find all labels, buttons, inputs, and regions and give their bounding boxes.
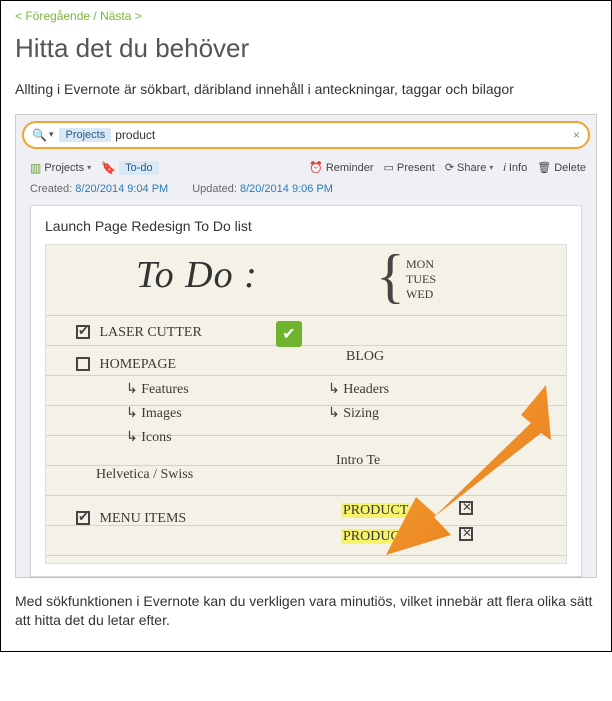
checkbox-x2	[459, 527, 479, 543]
share-button[interactable]: ⟳ Share ▾	[445, 161, 494, 174]
item-sizing: ↳ Sizing	[328, 405, 379, 422]
tag-label: To-do	[119, 161, 159, 175]
intro-text: Allting i Evernote är sökbart, däribland…	[15, 80, 597, 100]
updated-value: 8/20/2014 9:06 PM	[240, 183, 333, 195]
app-screenshot: 🔍 ▾ Projects product × ▥ Projects ▾ 🔖 To…	[15, 114, 597, 578]
day-tues: TUES	[406, 272, 436, 287]
present-label: Present	[397, 162, 435, 174]
created-field: Created: 8/20/2014 9:04 PM	[30, 183, 168, 195]
notebook-selector[interactable]: ▥ Projects ▾	[30, 161, 91, 175]
outro-text: Med sökfunktionen i Evernote kan du verk…	[15, 592, 597, 631]
note-toolbar: ▥ Projects ▾ 🔖 To-do ⏰ Reminder ▭ Presen…	[22, 157, 590, 183]
note-card: Launch Page Redesign To Do list To Do : …	[30, 205, 582, 577]
checkbox-checked-icon	[76, 511, 90, 525]
note-title: Launch Page Redesign To Do list	[45, 218, 567, 234]
info-label: Info	[509, 162, 527, 174]
info-button[interactable]: i Info	[503, 162, 527, 174]
day-mon: MON	[406, 257, 436, 272]
item-headers: ↳ Headers	[328, 381, 389, 398]
breadcrumb: < Föregående / Nästa >	[15, 9, 597, 23]
search-dropdown-icon[interactable]: ▾	[49, 129, 54, 140]
notebook-icon: ▥	[30, 161, 41, 175]
chevron-down-icon: ▾	[87, 163, 91, 172]
present-icon: ▭	[384, 161, 394, 174]
share-label: Share	[457, 162, 486, 174]
day-wed: WED	[406, 287, 436, 302]
created-label: Created:	[30, 183, 72, 195]
green-check-icon: ✔	[276, 321, 302, 347]
created-value: 8/20/2014 9:04 PM	[75, 183, 168, 195]
days-list: MON TUES WED	[406, 257, 436, 302]
note-meta: Created: 8/20/2014 9:04 PM Updated: 8/20…	[22, 183, 590, 205]
delete-label: Delete	[554, 162, 586, 174]
item-menu: MENU ITEMS	[76, 511, 186, 527]
trash-icon: 🗑	[537, 161, 551, 174]
prev-link[interactable]: < Föregående	[15, 9, 90, 23]
updated-field: Updated: 8/20/2014 9:06 PM	[192, 183, 333, 195]
search-tag-chip[interactable]: Projects	[59, 128, 111, 142]
search-bar[interactable]: 🔍 ▾ Projects product ×	[22, 121, 590, 149]
item-product1: PRODUCT 1	[341, 503, 421, 519]
page-title: Hitta det du behöver	[15, 33, 597, 64]
item-blog: BLOG	[346, 349, 384, 365]
share-icon: ⟳	[445, 161, 454, 174]
item-intro: Intro Te	[336, 453, 380, 469]
delete-button[interactable]: 🗑 Delete	[537, 161, 586, 174]
brace-icon: {	[376, 255, 405, 297]
handwriting-header: To Do :	[136, 253, 258, 297]
present-button[interactable]: ▭ Present	[384, 161, 435, 174]
checkbox-checked-icon	[76, 325, 90, 339]
clear-search-icon[interactable]: ×	[573, 128, 580, 142]
item-images: ↳ Images	[126, 405, 182, 422]
nav-sep: /	[93, 9, 96, 23]
item-features: ↳ Features	[126, 381, 189, 398]
item-homepage: HOMEPAGE	[76, 357, 176, 373]
chevron-down-icon: ▾	[489, 163, 493, 172]
info-icon: i	[503, 162, 505, 174]
item-helvetica: Helvetica / Swiss	[96, 467, 193, 483]
checkbox-x1	[459, 501, 479, 517]
updated-label: Updated:	[192, 183, 237, 195]
item-product2: PRODUCT 2	[341, 529, 421, 545]
tag-icon: 🔖	[101, 161, 116, 175]
item-icons: ↳ Icons	[126, 429, 172, 446]
reminder-button[interactable]: ⏰ Reminder	[309, 161, 373, 174]
search-icon: 🔍	[32, 128, 47, 142]
search-input[interactable]: product	[115, 128, 573, 142]
next-link[interactable]: Nästa >	[100, 9, 142, 23]
tag-selector[interactable]: 🔖 To-do	[101, 161, 158, 175]
checkbox-icon	[76, 357, 90, 371]
note-body-image: To Do : { MON TUES WED LASER CUTTER ✔ BL…	[45, 244, 567, 564]
item-laser: LASER CUTTER	[76, 325, 202, 341]
reminder-label: Reminder	[326, 162, 374, 174]
notebook-label: Projects	[44, 162, 84, 174]
reminder-icon: ⏰	[309, 161, 323, 174]
